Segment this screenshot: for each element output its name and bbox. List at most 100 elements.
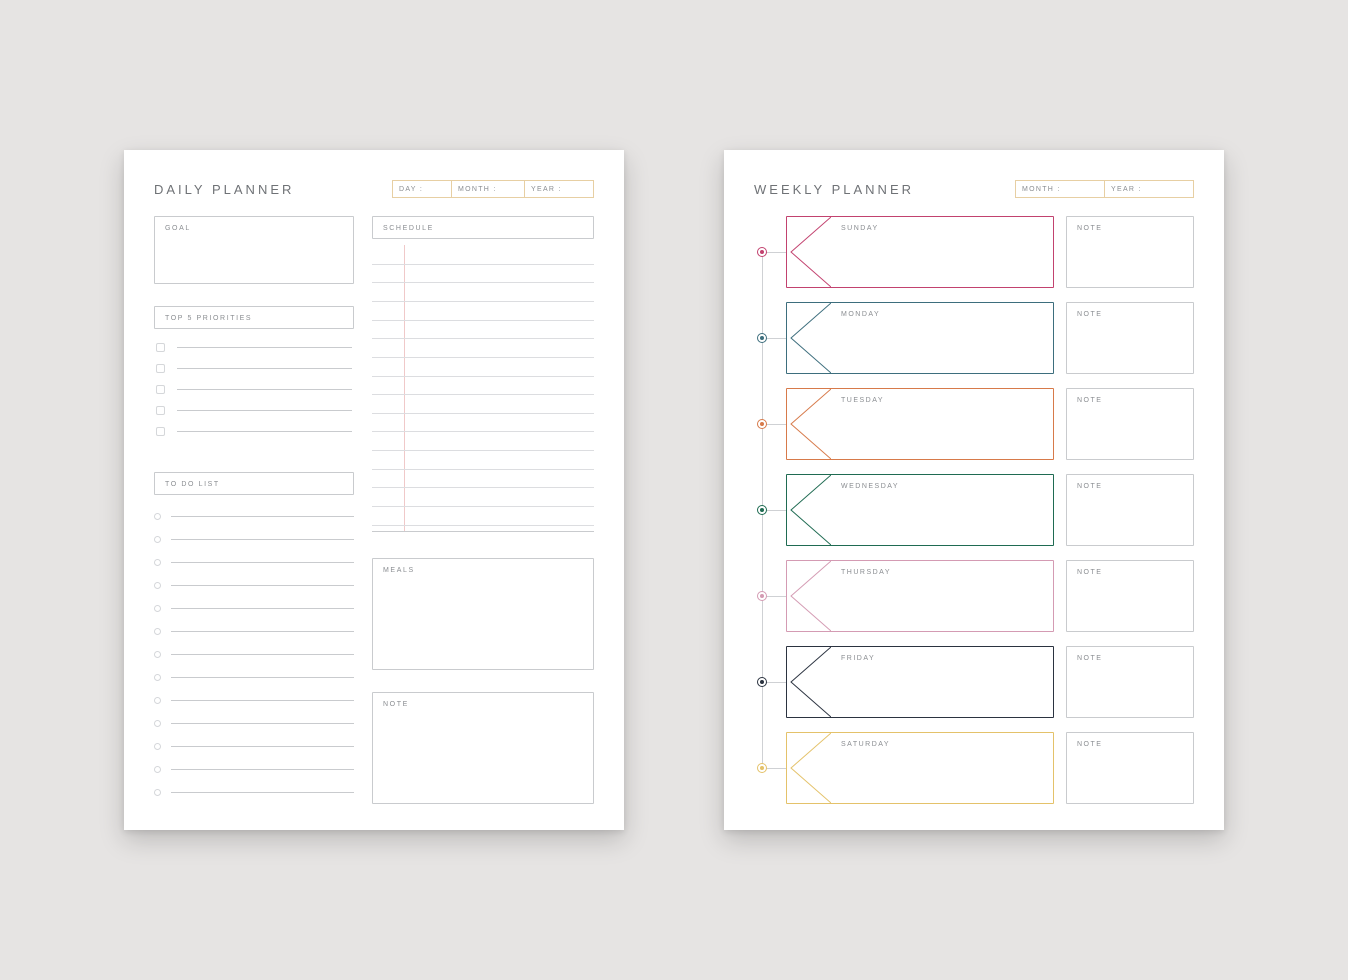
weekly-year-field[interactable]: YEAR : [1104, 180, 1194, 198]
bullet-icon[interactable] [154, 513, 161, 520]
weekly-note-label: NOTE [1077, 741, 1102, 748]
todo-row[interactable] [154, 574, 354, 597]
todo-line [171, 792, 354, 793]
day-card[interactable]: THURSDAY [786, 560, 1054, 632]
daily-note-label: NOTE [383, 701, 409, 708]
bullet-icon[interactable] [154, 628, 161, 635]
checkbox-icon[interactable] [156, 343, 165, 352]
schedule-row-line [372, 413, 594, 414]
day-card[interactable]: TUESDAY [786, 388, 1054, 460]
bullet-icon[interactable] [154, 674, 161, 681]
bullet-icon[interactable] [154, 789, 161, 796]
bullet-icon[interactable] [154, 605, 161, 612]
day-dot-icon [757, 247, 767, 257]
weekly-note-box[interactable]: NOTE [1066, 474, 1194, 546]
schedule-row-line [372, 487, 594, 488]
schedule-row-line [372, 301, 594, 302]
day-card[interactable]: SATURDAY [786, 732, 1054, 804]
bullet-icon[interactable] [154, 743, 161, 750]
weekly-row-monday: MONDAY NOTE [754, 302, 1194, 374]
todo-line [171, 539, 354, 540]
day-label: TUESDAY [841, 397, 884, 404]
bullet-icon[interactable] [154, 582, 161, 589]
todo-row[interactable] [154, 620, 354, 643]
todo-row[interactable] [154, 597, 354, 620]
priority-line [177, 347, 352, 348]
schedule-label: SCHEDULE [383, 225, 434, 232]
weekly-note-box[interactable]: NOTE [1066, 646, 1194, 718]
todo-row[interactable] [154, 689, 354, 712]
schedule-row-line [372, 394, 594, 395]
weekly-date-fields: MONTH : YEAR : [1015, 180, 1194, 198]
day-dot-icon [757, 505, 767, 515]
day-label: WEDNESDAY [841, 483, 899, 490]
todo-line [171, 516, 354, 517]
todo-list [154, 505, 354, 804]
bullet-icon[interactable] [154, 697, 161, 704]
schedule-grid[interactable] [372, 245, 594, 532]
daily-planner-page: DAILY PLANNER DAY : MONTH : YEAR : GOAL … [124, 150, 624, 830]
day-label: THURSDAY [841, 569, 891, 576]
day-dot-icon [757, 677, 767, 687]
todo-line [171, 700, 354, 701]
checkbox-icon[interactable] [156, 406, 165, 415]
todo-line [171, 654, 354, 655]
daily-date-fields: DAY : MONTH : YEAR : [392, 180, 594, 198]
daily-day-field[interactable]: DAY : [392, 180, 452, 198]
bullet-icon[interactable] [154, 536, 161, 543]
schedule-row-line [372, 338, 594, 339]
todo-row[interactable] [154, 666, 354, 689]
todo-row[interactable] [154, 712, 354, 735]
bullet-icon[interactable] [154, 559, 161, 566]
day-card[interactable]: FRIDAY [786, 646, 1054, 718]
checkbox-icon[interactable] [156, 385, 165, 394]
priority-line [177, 389, 352, 390]
meals-box[interactable]: MEALS [372, 558, 594, 670]
todo-line [171, 608, 354, 609]
day-card[interactable]: WEDNESDAY [786, 474, 1054, 546]
weekly-note-box[interactable]: NOTE [1066, 388, 1194, 460]
priorities-header: TOP 5 PRIORITIES [154, 306, 354, 329]
day-dot-icon [757, 591, 767, 601]
todo-row[interactable] [154, 643, 354, 666]
bullet-icon[interactable] [154, 720, 161, 727]
daily-year-field[interactable]: YEAR : [524, 180, 594, 198]
todo-line [171, 562, 354, 563]
weekly-note-box[interactable]: NOTE [1066, 216, 1194, 288]
bullet-icon[interactable] [154, 766, 161, 773]
goal-box[interactable]: GOAL [154, 216, 354, 284]
todo-row[interactable] [154, 505, 354, 528]
weekly-note-box[interactable]: NOTE [1066, 302, 1194, 374]
priority-line [177, 431, 352, 432]
todo-line [171, 746, 354, 747]
priority-row[interactable] [156, 400, 352, 421]
weekly-planner-page: WEEKLY PLANNER MONTH : YEAR : SUNDAY NOT… [724, 150, 1224, 830]
priority-row[interactable] [156, 358, 352, 379]
day-card[interactable]: SUNDAY [786, 216, 1054, 288]
todo-row[interactable] [154, 758, 354, 781]
bullet-icon[interactable] [154, 651, 161, 658]
priority-row[interactable] [156, 337, 352, 358]
weekly-note-box[interactable]: NOTE [1066, 560, 1194, 632]
daily-title: DAILY PLANNER [154, 182, 294, 197]
weekly-month-field[interactable]: MONTH : [1015, 180, 1105, 198]
day-dot-icon [757, 333, 767, 343]
daily-note-box[interactable]: NOTE [372, 692, 594, 804]
checkbox-icon[interactable] [156, 364, 165, 373]
todo-row[interactable] [154, 781, 354, 804]
day-card[interactable]: MONDAY [786, 302, 1054, 374]
todo-row[interactable] [154, 528, 354, 551]
priority-line [177, 368, 352, 369]
chevron-icon [787, 647, 831, 717]
priority-row[interactable] [156, 379, 352, 400]
weekly-row-tuesday: TUESDAY NOTE [754, 388, 1194, 460]
weekly-note-box[interactable]: NOTE [1066, 732, 1194, 804]
schedule-row-line [372, 282, 594, 283]
checkbox-icon[interactable] [156, 427, 165, 436]
todo-row[interactable] [154, 735, 354, 758]
meals-label: MEALS [383, 567, 415, 574]
daily-month-field[interactable]: MONTH : [451, 180, 525, 198]
weekly-row-friday: FRIDAY NOTE [754, 646, 1194, 718]
todo-row[interactable] [154, 551, 354, 574]
priority-row[interactable] [156, 421, 352, 442]
